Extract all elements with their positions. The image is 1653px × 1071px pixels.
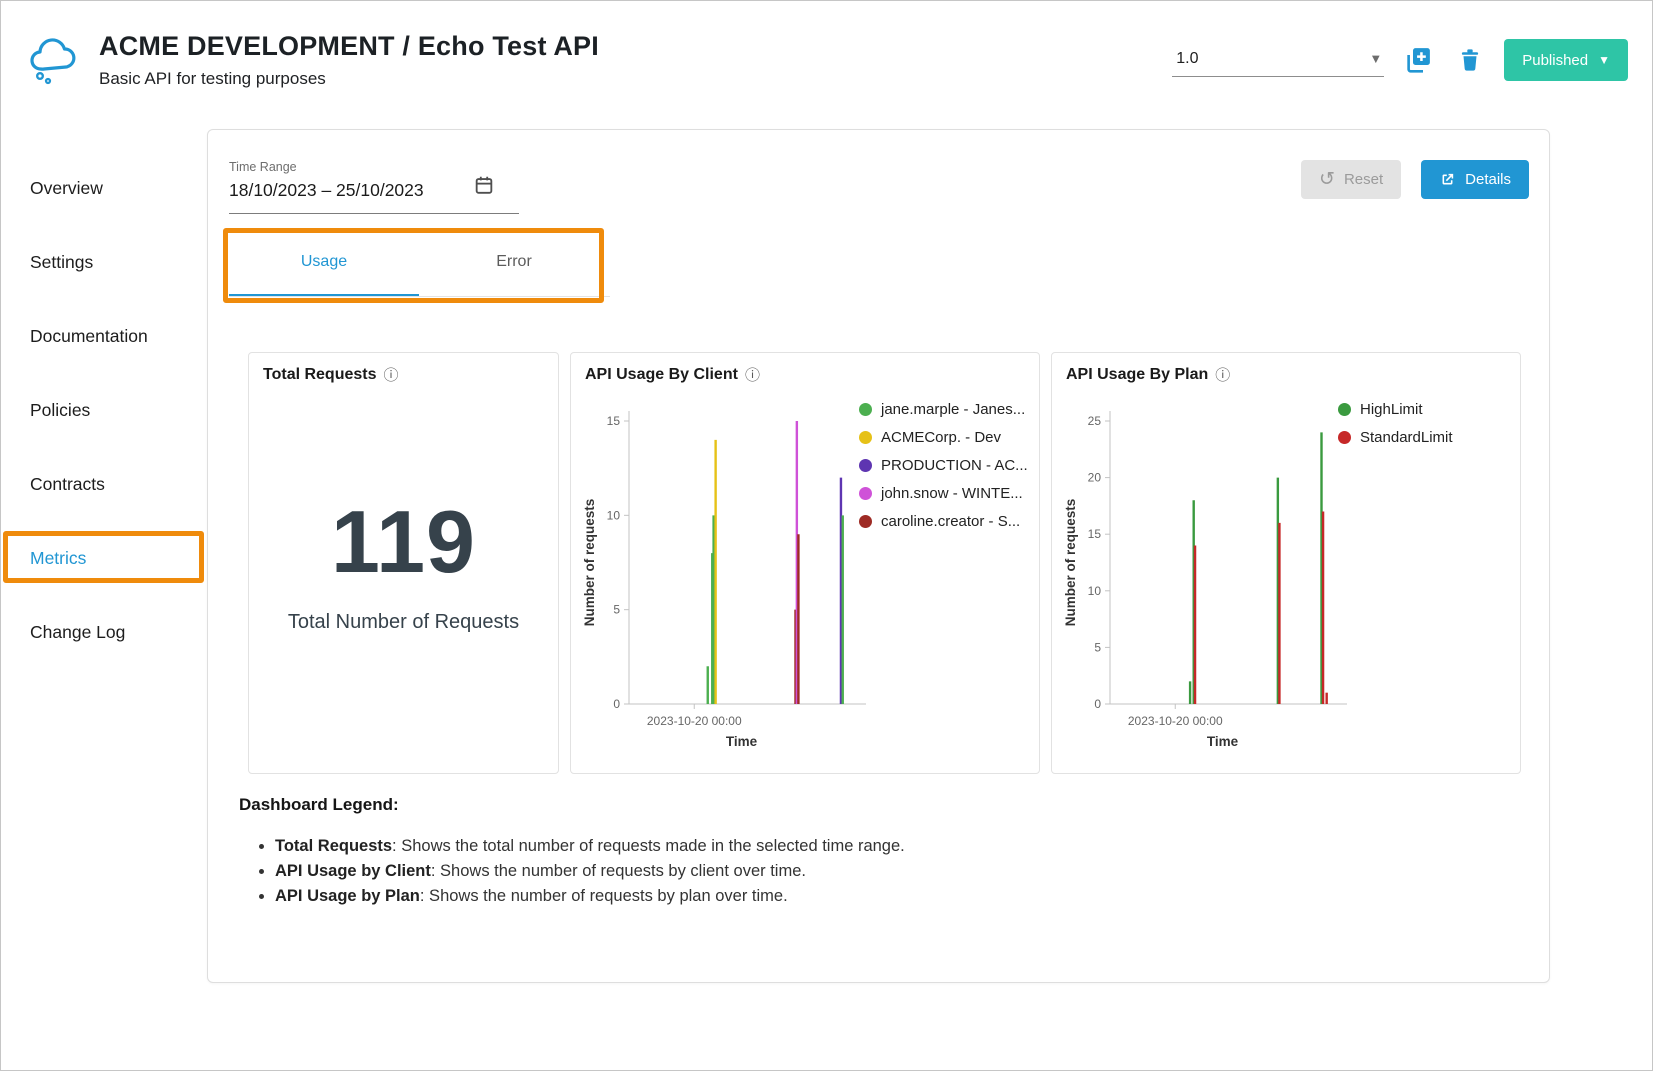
new-version-button[interactable] (1400, 42, 1436, 78)
trash-icon (1457, 47, 1483, 73)
tab-usage[interactable]: Usage (229, 230, 419, 296)
tab-bar: Usage Error (229, 230, 610, 297)
info-icon[interactable]: ⓘ (745, 368, 760, 383)
legend-bullet: Total Requests: Shows the total number o… (275, 837, 905, 856)
usage-by-plan-legend: HighLimit StandardLimit (1338, 400, 1453, 446)
version-value: 1.0 (1176, 50, 1198, 68)
metrics-cards-row: Total Requests ⓘ 119 Total Number of Req… (248, 352, 1521, 774)
usage-by-client-card: API Usage By Client ⓘ 0 5 10 15 2023-10-20 0… (570, 352, 1040, 774)
toolbar: Time Range 18/10/2023 – 25/10/2023 ↺ Res… (229, 160, 1529, 214)
calendar-icon[interactable] (473, 174, 495, 201)
usage-by-plan-title: API Usage By Plan ⓘ (1052, 353, 1520, 384)
chart-legend-item[interactable]: john.snow - WINTE... (859, 484, 1028, 502)
legend-dot-icon (859, 459, 872, 472)
reset-icon: ↺ (1319, 170, 1335, 189)
chart-legend-item[interactable]: caroline.creator - S... (859, 512, 1028, 530)
legend-label: HighLimit (1360, 401, 1423, 418)
time-range-field[interactable]: Time Range 18/10/2023 – 25/10/2023 (229, 160, 519, 214)
version-select[interactable]: 1.0 ▼ (1172, 44, 1384, 77)
svg-text:5: 5 (1094, 640, 1101, 654)
app-window: ACME DEVELOPMENT / Echo Test API Basic A… (0, 0, 1653, 1071)
published-button[interactable]: Published ▼ (1504, 39, 1628, 81)
svg-text:Time: Time (1207, 734, 1239, 749)
legend-dot-icon (859, 515, 872, 528)
toolbar-buttons: ↺ Reset Details (1301, 160, 1529, 199)
legend-dot-icon (1338, 403, 1351, 416)
sidebar-nav: OverviewSettingsDocumentationPoliciesCon… (1, 151, 207, 669)
usage-by-client-legend: jane.marple - Janes... ACMECorp. - Dev PRO… (859, 400, 1028, 530)
chevron-down-icon: ▼ (1369, 51, 1382, 66)
svg-text:Time: Time (726, 734, 758, 749)
sidebar-item-metrics[interactable]: Metrics (1, 521, 207, 595)
copy-plus-icon (1403, 45, 1433, 75)
card-title-text: API Usage By Client (585, 366, 738, 384)
legend-bullet: API Usage by Plan: Shows the number of r… (275, 887, 905, 906)
legend-label: john.snow - WINTE... (881, 485, 1023, 502)
svg-text:15: 15 (607, 414, 621, 428)
sidebar-item-policies[interactable]: Policies (1, 373, 207, 447)
total-requests-card: Total Requests ⓘ 119 Total Number of Req… (248, 352, 559, 774)
legend-label: PRODUCTION - AC... (881, 457, 1028, 474)
legend-label: caroline.creator - S... (881, 513, 1020, 530)
sidebar-item-settings[interactable]: Settings (1, 225, 207, 299)
svg-text:2023-10-20 00:00: 2023-10-20 00:00 (1128, 714, 1223, 728)
page-title: ACME DEVELOPMENT / Echo Test API (99, 31, 599, 62)
published-label: Published (1522, 52, 1588, 69)
svg-text:2023-10-20 00:00: 2023-10-20 00:00 (647, 714, 742, 728)
dashboard-legend-list: Total Requests: Shows the total number o… (275, 837, 905, 906)
total-requests-body: 119 Total Number of Requests (249, 368, 558, 757)
legend-dot-icon (859, 431, 872, 444)
chart-legend-item[interactable]: PRODUCTION - AC... (859, 456, 1028, 474)
sidebar-item-change-log[interactable]: Change Log (1, 595, 207, 669)
svg-text:Number of requests: Number of requests (582, 499, 597, 627)
chart-legend-item[interactable]: ACMECorp. - Dev (859, 428, 1028, 446)
header-actions: 1.0 ▼ Published ▼ (1172, 39, 1628, 81)
main-panel: Time Range 18/10/2023 – 25/10/2023 ↺ Res… (207, 129, 1550, 983)
dashboard-legend: Dashboard Legend: Total Requests: Shows … (239, 795, 905, 912)
svg-text:0: 0 (613, 697, 620, 711)
legend-dot-icon (859, 487, 872, 500)
legend-dot-icon (859, 403, 872, 416)
tab-error[interactable]: Error (419, 230, 609, 296)
page-subtitle: Basic API for testing purposes (99, 69, 599, 89)
header: ACME DEVELOPMENT / Echo Test API Basic A… (1, 1, 1652, 119)
sidebar-item-documentation[interactable]: Documentation (1, 299, 207, 373)
title-block: ACME DEVELOPMENT / Echo Test API Basic A… (99, 31, 599, 89)
legend-label: StandardLimit (1360, 429, 1453, 446)
svg-text:10: 10 (1088, 584, 1102, 598)
details-label: Details (1465, 171, 1511, 188)
details-button[interactable]: Details (1421, 160, 1529, 199)
usage-by-client-title: API Usage By Client ⓘ (571, 353, 1039, 384)
legend-label: ACMECorp. - Dev (881, 429, 1001, 446)
svg-text:10: 10 (607, 508, 621, 522)
delete-button[interactable] (1452, 42, 1488, 78)
chart-legend-item[interactable]: StandardLimit (1338, 428, 1453, 446)
svg-text:0: 0 (1094, 697, 1101, 711)
reset-button[interactable]: ↺ Reset (1301, 160, 1401, 199)
cloud-logo-icon (27, 34, 83, 86)
external-link-icon (1439, 171, 1456, 188)
chart-legend-item[interactable]: jane.marple - Janes... (859, 400, 1028, 418)
dashboard-legend-heading: Dashboard Legend: (239, 795, 905, 815)
chevron-down-icon: ▼ (1598, 53, 1610, 67)
legend-dot-icon (1338, 431, 1351, 444)
total-requests-caption: Total Number of Requests (288, 611, 519, 634)
legend-bullet: API Usage by Client: Shows the number of… (275, 862, 905, 881)
svg-text:Number of requests: Number of requests (1063, 499, 1078, 627)
reset-label: Reset (1344, 171, 1383, 188)
sidebar-item-contracts[interactable]: Contracts (1, 447, 207, 521)
info-icon[interactable]: ⓘ (1215, 368, 1230, 383)
svg-text:20: 20 (1088, 471, 1102, 485)
svg-text:5: 5 (613, 603, 620, 617)
card-title-text: API Usage By Plan (1066, 366, 1208, 384)
legend-label: jane.marple - Janes... (881, 401, 1025, 418)
usage-by-plan-card: API Usage By Plan ⓘ 0 5 10 15 20 25 2023-10-20… (1051, 352, 1521, 774)
svg-text:15: 15 (1088, 527, 1102, 541)
sidebar-item-overview[interactable]: Overview (1, 151, 207, 225)
time-range-label: Time Range (229, 160, 519, 174)
svg-text:25: 25 (1088, 414, 1102, 428)
total-requests-value: 119 (331, 491, 476, 593)
chart-legend-item[interactable]: HighLimit (1338, 400, 1453, 418)
